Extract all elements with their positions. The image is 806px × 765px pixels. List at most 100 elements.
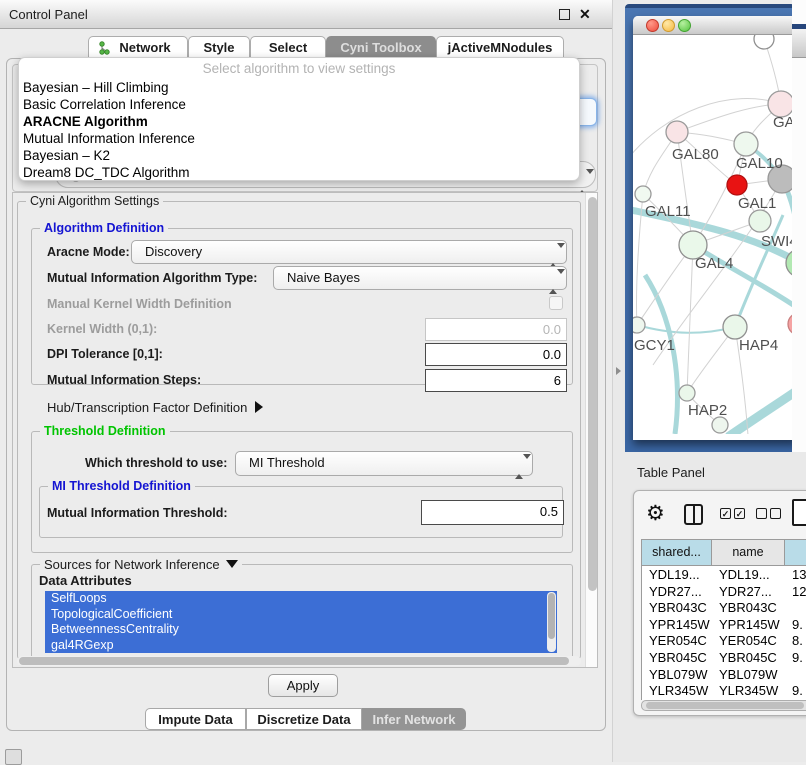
tab-network[interactable]: Network	[88, 36, 188, 59]
table-cell[interactable]: 12	[785, 584, 806, 601]
hub-definition-toggle[interactable]: Hub/Transcription Factor Definition	[47, 400, 263, 415]
network-canvas[interactable]: GALGAL80GAL10GAL11GAL1SWI4GAL4GCY1HAP4YH…	[633, 35, 798, 434]
algorithm-option[interactable]: Dream8 DC_TDC Algorithm	[19, 164, 579, 181]
column-header[interactable]: A	[785, 540, 806, 566]
network-edge[interactable]	[637, 325, 735, 333]
node-label: GAL4	[695, 255, 733, 272]
table-cell[interactable]: YPR145W	[642, 617, 712, 634]
network-node[interactable]	[712, 417, 728, 433]
network-node[interactable]	[666, 121, 688, 143]
tab-style[interactable]: Style	[188, 36, 250, 59]
tab-discretize-data[interactable]: Discretize Data	[246, 708, 362, 730]
table-cell[interactable]: 9.	[785, 650, 806, 667]
column-header[interactable]: name	[712, 540, 785, 566]
table-cell[interactable]: YBL079W	[642, 667, 712, 684]
select-all-icon[interactable]: ✓	[720, 508, 731, 519]
gear-icon[interactable]: ⚙	[646, 501, 665, 526]
network-node[interactable]	[679, 385, 695, 401]
algorithm-option[interactable]: Bayesian – K2	[19, 147, 579, 164]
table-cell[interactable]: 8.	[785, 633, 806, 650]
table-cell[interactable]: YDR27...	[712, 584, 785, 601]
table-cell[interactable]: YBR045C	[642, 650, 712, 667]
minimize-traffic-light-icon[interactable]	[662, 19, 675, 32]
kernel-width-field[interactable]: 0.0	[425, 318, 567, 341]
tab-impute-data[interactable]: Impute Data	[145, 708, 246, 730]
algorithm-option[interactable]: Bayesian – Hill Climbing	[19, 79, 579, 96]
deselect-all-icon[interactable]	[770, 508, 781, 519]
data-attribute-item[interactable]: BetweennessCentrality	[45, 622, 557, 638]
stepper-icon	[515, 456, 524, 478]
control-panel-titlebar: Control Panel ✕	[0, 0, 612, 29]
tab-network-label: Network	[105, 40, 170, 55]
stepper-icon	[549, 271, 558, 293]
table-cell[interactable]: YDL19...	[712, 567, 785, 584]
table-cell[interactable]: YDL19...	[642, 567, 712, 584]
network-node[interactable]	[727, 175, 747, 195]
deselect-all-icon[interactable]	[756, 508, 767, 519]
table-cell[interactable]: YBR043C	[642, 600, 712, 617]
algorithm-option[interactable]: ARACNE Algorithm	[19, 113, 579, 130]
tab-infer-network[interactable]: Infer Network	[362, 708, 466, 730]
node-label: HAP2	[688, 402, 727, 419]
group-title: Algorithm Definition	[40, 221, 168, 235]
close-traffic-light-icon[interactable]	[646, 19, 659, 32]
columns-icon[interactable]	[684, 504, 703, 525]
manual-kernel-checkbox[interactable]	[549, 296, 563, 310]
network-node[interactable]	[635, 186, 651, 202]
table-cell[interactable]: YBL079W	[712, 667, 785, 684]
data-attribute-item[interactable]: SelfLoops	[45, 591, 557, 607]
table-cell[interactable]: 13	[785, 567, 806, 584]
table-cell[interactable]: YER054C	[712, 633, 785, 650]
tab-jactivemnodules[interactable]: jActiveMNodules	[436, 36, 564, 59]
apply-button[interactable]: Apply	[268, 674, 338, 697]
corner-widget-icon[interactable]	[5, 749, 22, 765]
network-node[interactable]	[734, 132, 758, 156]
table-cell[interactable]: 9.	[785, 683, 806, 700]
mi-threshold-field[interactable]: 0.5	[421, 500, 564, 525]
horizontal-scrollbar[interactable]	[17, 656, 581, 666]
data-attribute-item[interactable]: TopologicalCoefficient	[45, 607, 557, 623]
close-icon[interactable]: ✕	[579, 6, 591, 23]
float-window-icon[interactable]	[559, 9, 570, 20]
table-cell[interactable]: YBR043C	[712, 600, 785, 617]
tab-select[interactable]: Select	[250, 36, 326, 59]
network-window-titlebar[interactable]	[633, 16, 798, 35]
list-scrollbar[interactable]	[547, 592, 556, 652]
mi-type-combobox[interactable]: Naive Bayes	[273, 266, 567, 290]
network-node[interactable]	[633, 317, 645, 333]
table-cell[interactable]: 9.	[785, 617, 806, 634]
zoom-traffic-light-icon[interactable]	[678, 19, 691, 32]
select-all-icon[interactable]: ✓	[734, 508, 745, 519]
network-node[interactable]	[749, 210, 771, 232]
settings-scrollpane: Cyni Algorithm Settings Algorithm Defini…	[12, 192, 598, 668]
table-cell[interactable]: YBR045C	[712, 650, 785, 667]
table-cell[interactable]: YLR345W	[642, 683, 712, 700]
network-edge[interactable]	[687, 245, 693, 393]
tab-cyni-toolbox[interactable]: Cyni Toolbox	[326, 36, 436, 59]
network-node[interactable]	[723, 315, 747, 339]
network-node[interactable]	[754, 35, 774, 49]
settings-vertical-scrollbar[interactable]	[585, 193, 598, 667]
table-cell[interactable]: YPR145W	[712, 617, 785, 634]
document-icon[interactable]	[792, 499, 806, 526]
table-cell[interactable]: YDR27...	[642, 584, 712, 601]
mi-steps-field[interactable]: 6	[425, 369, 567, 392]
divider-handle-icon[interactable]	[616, 367, 621, 375]
table-cell[interactable]: YLR345W	[712, 683, 785, 700]
column-header[interactable]: shared...	[642, 540, 712, 566]
which-threshold-combobox[interactable]: MI Threshold	[235, 451, 533, 476]
algorithm-option[interactable]: Mutual Information Inference	[19, 130, 579, 147]
table-panel: Table Panel ⚙ ✓ ✓ shared...nameAYDL19...…	[613, 452, 806, 762]
table-horizontal-scrollbar[interactable]	[641, 700, 806, 711]
data-attribute-item[interactable]: gal4RGexp	[45, 638, 557, 654]
hub-definition-label: Hub/Transcription Factor Definition	[47, 400, 247, 415]
network-edge[interactable]	[728, 381, 798, 434]
group-title: Threshold Definition	[40, 424, 170, 438]
dpi-tolerance-field[interactable]: 0.0	[425, 343, 567, 366]
table-cell[interactable]: YER054C	[642, 633, 712, 650]
algorithm-option[interactable]: Basic Correlation Inference	[19, 96, 579, 113]
sources-toggle[interactable]: Sources for Network Inference	[40, 557, 242, 572]
aracne-mode-combobox[interactable]: Discovery	[131, 240, 567, 264]
network-edge[interactable]	[645, 275, 677, 434]
which-threshold-label: Which threshold to use:	[85, 456, 227, 470]
